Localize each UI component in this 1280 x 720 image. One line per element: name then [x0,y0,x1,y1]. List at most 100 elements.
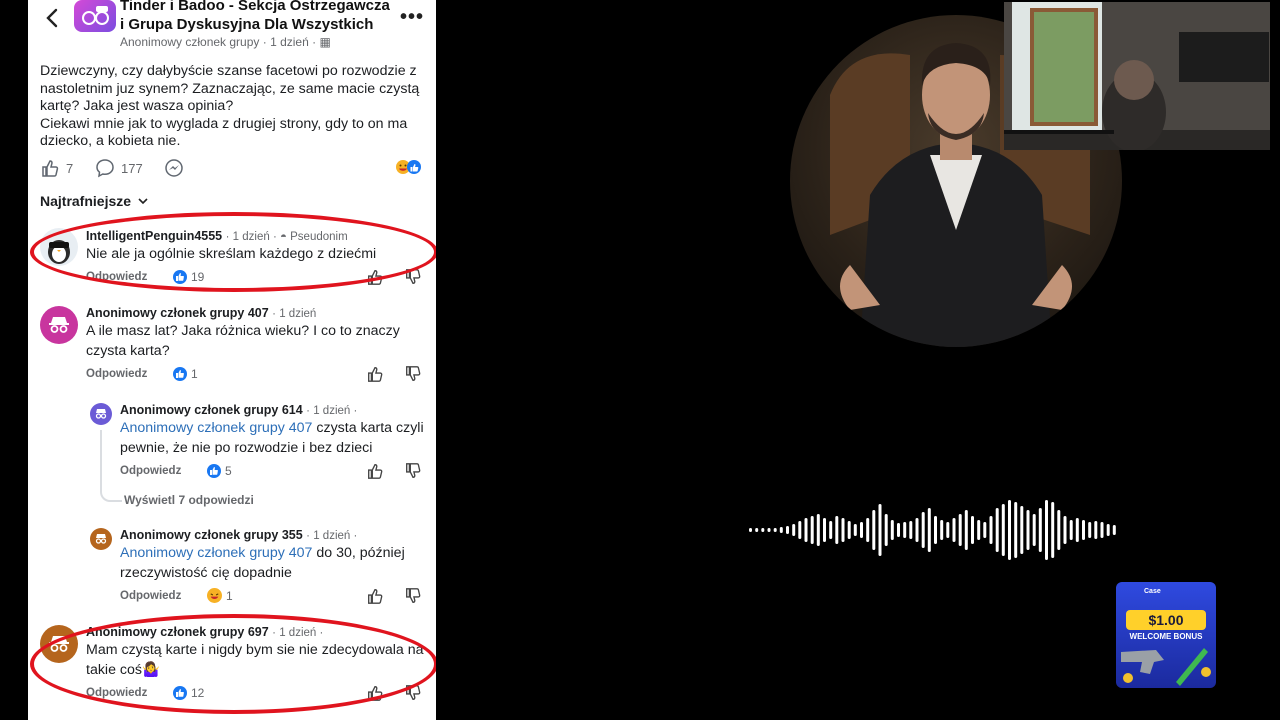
thumbs-up-icon [42,160,59,177]
post-paragraph: Ciekawi mnie jak to wyglada z drugiej st… [40,115,408,150]
waveform-bar [767,528,771,532]
thumbs-up-icon[interactable] [366,365,384,383]
like-count: 7 [66,160,74,176]
reply-button[interactable]: Odpowiedz [120,465,181,477]
waveform-bar [1057,510,1061,550]
author-name[interactable]: Anonimowy członek grupy 697 [86,625,269,639]
reply-button[interactable]: Odpowiedz [86,687,147,699]
comment-button[interactable]: 177 [95,158,143,178]
waveform-bar [1063,516,1067,544]
promo-banner[interactable]: Case $1.00 WELCOME BONUS [1116,582,1216,688]
waveform-bar [847,521,851,539]
waveform-bar [749,528,752,532]
waveform-bar [1008,500,1011,560]
thumbs-up-icon[interactable] [366,684,384,702]
author-name[interactable]: Anonimowy członek grupy 355 [120,528,303,542]
view-replies-link[interactable]: Wyświetl 7 odpowiedzi [124,493,254,507]
comment-time: 1 dzień [313,530,351,542]
waveform-bar [915,518,919,542]
thumbs-up-icon[interactable] [366,587,384,605]
comment-time: 1 dzień [313,405,351,417]
waveform-bar [897,523,900,537]
reply-button[interactable]: Odpowiedz [86,368,147,380]
audio-waveform [749,500,1116,560]
reactions-summary[interactable] [394,158,424,176]
comment-author[interactable]: IntelligentPenguin4555 · 1 dzień · ◓ Pse… [86,229,348,243]
waveform-bar [989,516,993,544]
avatar[interactable] [40,625,78,663]
waveform-bar [804,518,808,542]
share-messenger-button[interactable] [164,158,184,178]
thumbs-down-icon[interactable] [404,684,422,702]
chevron-down-icon [138,198,148,205]
comment-like-count: 1 [207,588,233,603]
webcam-overlay [1004,2,1270,150]
like-reaction-icon [207,464,221,478]
waveform-bar [903,522,907,538]
comment-count: 177 [121,160,143,176]
group-title[interactable]: Tinder i Badoo - Sekcja Ostrzegawcza i G… [120,0,390,34]
author-name[interactable]: Anonimowy członek grupy 614 [120,403,303,417]
comment-author[interactable]: Anonimowy członek grupy 614 · 1 dzień · [120,403,357,417]
avatar[interactable] [90,528,112,550]
post-time: 1 dzień [270,35,309,49]
waveform-bar [909,521,913,539]
thumbs-up-icon[interactable] [366,462,384,480]
waveform-bar [964,510,968,550]
mention-link[interactable]: Anonimowy członek grupy 407 [120,420,312,436]
sort-dropdown[interactable]: Najtrafniejsze [40,193,149,209]
comment-author[interactable]: Anonimowy członek grupy 355 · 1 dzień · [120,528,357,542]
like-button[interactable]: 7 [40,158,73,178]
waveform-bar [940,520,944,540]
like-count: 1 [191,367,198,381]
comment-author[interactable]: Anonimowy członek grupy 407 · 1 dzień [86,306,316,320]
like-count: 5 [225,464,232,478]
group-avatar[interactable] [74,0,116,32]
avatar[interactable] [90,403,112,425]
waveform-bar [971,516,974,544]
author-name[interactable]: IntelligentPenguin4555 [86,229,222,243]
waveform-bar [810,516,814,544]
messenger-icon [165,159,183,177]
waveform-bar [1112,525,1116,535]
author-name[interactable]: Anonimowy członek grupy 407 [86,306,269,320]
more-options-icon[interactable]: ••• [400,6,424,29]
comment-text: Mam czystą karte i nigdy bym sie nie zde… [86,642,424,678]
waveform-bar [1020,506,1024,554]
avatar[interactable] [40,228,78,266]
waveform-bar [779,527,783,533]
waveform-bar [1001,504,1005,556]
waveform-bar [890,520,894,540]
waveform-bar [878,504,882,556]
waveform-bar [983,522,987,538]
comment-time: 1 dzień [279,308,317,320]
waveform-bar [921,512,925,548]
waveform-bar [1051,502,1055,558]
waveform-bar [1038,508,1042,552]
promo-label: WELCOME BONUS [1129,632,1203,641]
reply-button[interactable]: Odpowiedz [86,271,147,283]
comment-time: 1 dzień [232,231,270,243]
incognito-icon: ◓ [279,231,287,243]
post-screen: Tinder i Badoo - Sekcja Ostrzegawcza i G… [28,0,436,720]
reactions-icon [396,160,421,174]
comment-text: Anonimowy członek grupy 407 czysta karta… [120,419,424,458]
sort-label: Najtrafniejsze [40,193,132,209]
waveform-bar [952,518,956,542]
like-count: 1 [226,588,233,603]
comment-text: Anonimowy członek grupy 407 do 30, późni… [120,544,424,583]
thumbs-down-icon[interactable] [404,462,422,480]
thumbs-down-icon[interactable] [404,268,422,286]
thumbs-up-icon[interactable] [366,268,384,286]
waveform-bar [1088,522,1092,538]
waveform-bar [1075,518,1079,542]
mention-link[interactable]: Anonimowy członek grupy 407 [120,545,312,561]
comment-author[interactable]: Anonimowy członek grupy 697 · 1 dzień · [86,625,323,639]
back-arrow-icon[interactable] [42,6,64,30]
waveform-bar [761,528,765,532]
reply-button[interactable]: Odpowiedz [120,590,181,602]
waveform-bar [786,526,789,534]
thumbs-down-icon[interactable] [404,587,422,605]
avatar[interactable] [40,306,78,344]
thumbs-down-icon[interactable] [404,365,422,383]
